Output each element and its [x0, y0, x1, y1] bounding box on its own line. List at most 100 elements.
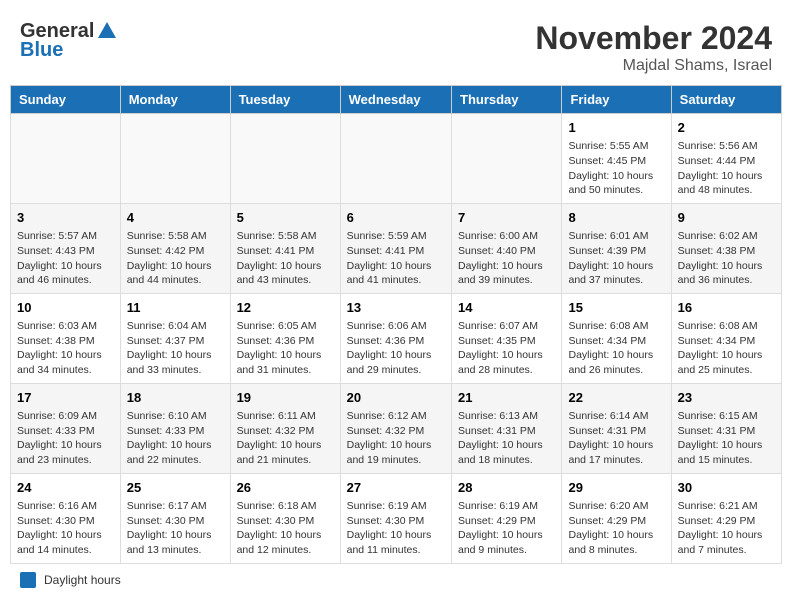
- day-number: 8: [568, 209, 664, 227]
- calendar-cell: 18 Sunrise: 6:10 AM Sunset: 4:33 PM Dayli…: [120, 383, 230, 473]
- calendar-cell: 30 Sunrise: 6:21 AM Sunset: 4:29 PM Dayli…: [671, 473, 781, 563]
- calendar-cell: 29Sunrise: 6:20 AM Sunset: 4:29 PM Dayli…: [562, 473, 671, 563]
- calendar-cell: 9 Sunrise: 6:02 AM Sunset: 4:38 PM Daylig…: [671, 203, 781, 293]
- day-number: 2: [678, 119, 775, 137]
- day-number: 1: [568, 119, 664, 137]
- weekday-header-saturday: Saturday: [671, 86, 781, 114]
- day-info: Sunrise: 6:05 AM Sunset: 4:36 PM Dayligh…: [237, 319, 334, 378]
- legend-label: Daylight hours: [44, 573, 121, 587]
- day-number: 24: [17, 479, 114, 497]
- day-info: Sunrise: 6:00 AM Sunset: 4:40 PM Dayligh…: [458, 229, 555, 288]
- title-area: November 2024 Majdal Shams, Israel: [535, 20, 772, 75]
- day-info: Sunrise: 6:11 AM Sunset: 4:32 PM Dayligh…: [237, 409, 334, 468]
- day-number: 3: [17, 209, 114, 227]
- day-info: Sunrise: 6:15 AM Sunset: 4:31 PM Dayligh…: [678, 409, 775, 468]
- day-info: Sunrise: 6:18 AM Sunset: 4:30 PM Dayligh…: [237, 499, 334, 558]
- day-number: 15: [568, 299, 664, 317]
- logo-blue: Blue: [20, 39, 63, 62]
- calendar-week-1: 3 Sunrise: 5:57 AM Sunset: 4:43 PM Daylig…: [11, 203, 782, 293]
- day-info: Sunrise: 6:20 AM Sunset: 4:29 PM Dayligh…: [568, 499, 664, 558]
- day-info: Sunrise: 6:12 AM Sunset: 4:32 PM Dayligh…: [347, 409, 445, 468]
- calendar-cell: 25Sunrise: 6:17 AM Sunset: 4:30 PM Dayli…: [120, 473, 230, 563]
- day-number: 22: [568, 389, 664, 407]
- calendar-week-2: 10 Sunrise: 6:03 AM Sunset: 4:38 PM Dayli…: [11, 293, 782, 383]
- day-info: Sunrise: 5:57 AM Sunset: 4:43 PM Dayligh…: [17, 229, 114, 288]
- day-number: 9: [678, 209, 775, 227]
- calendar-cell: 13 Sunrise: 6:06 AM Sunset: 4:36 PM Dayli…: [340, 293, 451, 383]
- day-number: 21: [458, 389, 555, 407]
- weekday-header-thursday: Thursday: [452, 86, 562, 114]
- day-info: Sunrise: 5:58 AM Sunset: 4:42 PM Dayligh…: [127, 229, 224, 288]
- calendar-cell: [340, 114, 451, 204]
- day-info: Sunrise: 6:10 AM Sunset: 4:33 PM Dayligh…: [127, 409, 224, 468]
- day-number: 18: [127, 389, 224, 407]
- calendar-cell: [452, 114, 562, 204]
- day-info: Sunrise: 6:14 AM Sunset: 4:31 PM Dayligh…: [568, 409, 664, 468]
- day-info: Sunrise: 6:07 AM Sunset: 4:35 PM Dayligh…: [458, 319, 555, 378]
- day-info: Sunrise: 6:13 AM Sunset: 4:31 PM Dayligh…: [458, 409, 555, 468]
- day-info: Sunrise: 6:19 AM Sunset: 4:29 PM Dayligh…: [458, 499, 555, 558]
- day-number: 26: [237, 479, 334, 497]
- day-info: Sunrise: 6:08 AM Sunset: 4:34 PM Dayligh…: [678, 319, 775, 378]
- calendar-cell: 17 Sunrise: 6:09 AM Sunset: 4:33 PM Dayli…: [11, 383, 121, 473]
- calendar-cell: 3 Sunrise: 5:57 AM Sunset: 4:43 PM Daylig…: [11, 203, 121, 293]
- day-number: 23: [678, 389, 775, 407]
- weekday-header-monday: Monday: [120, 86, 230, 114]
- day-info: Sunrise: 6:19 AM Sunset: 4:30 PM Dayligh…: [347, 499, 445, 558]
- day-info: Sunrise: 5:58 AM Sunset: 4:41 PM Dayligh…: [237, 229, 334, 288]
- day-info: Sunrise: 6:08 AM Sunset: 4:34 PM Dayligh…: [568, 319, 664, 378]
- day-number: 14: [458, 299, 555, 317]
- logo-icon: [96, 20, 118, 42]
- day-info: Sunrise: 6:04 AM Sunset: 4:37 PM Dayligh…: [127, 319, 224, 378]
- calendar-cell: 28 Sunrise: 6:19 AM Sunset: 4:29 PM Dayli…: [452, 473, 562, 563]
- weekday-header-friday: Friday: [562, 86, 671, 114]
- day-number: 5: [237, 209, 334, 227]
- calendar-cell: 16 Sunrise: 6:08 AM Sunset: 4:34 PM Dayli…: [671, 293, 781, 383]
- calendar-cell: 8Sunrise: 6:01 AM Sunset: 4:39 PM Daylig…: [562, 203, 671, 293]
- calendar-cell: 23 Sunrise: 6:15 AM Sunset: 4:31 PM Dayli…: [671, 383, 781, 473]
- calendar-cell: 24Sunrise: 6:16 AM Sunset: 4:30 PM Dayli…: [11, 473, 121, 563]
- calendar-cell: 19 Sunrise: 6:11 AM Sunset: 4:32 PM Dayli…: [230, 383, 340, 473]
- day-number: 30: [678, 479, 775, 497]
- day-number: 28: [458, 479, 555, 497]
- calendar-week-0: 1 Sunrise: 5:55 AM Sunset: 4:45 PM Daylig…: [11, 114, 782, 204]
- calendar-cell: 14 Sunrise: 6:07 AM Sunset: 4:35 PM Dayli…: [452, 293, 562, 383]
- calendar-cell: 1 Sunrise: 5:55 AM Sunset: 4:45 PM Daylig…: [562, 114, 671, 204]
- calendar-cell: 12 Sunrise: 6:05 AM Sunset: 4:36 PM Dayli…: [230, 293, 340, 383]
- day-info: Sunrise: 6:02 AM Sunset: 4:38 PM Dayligh…: [678, 229, 775, 288]
- calendar-cell: 5 Sunrise: 5:58 AM Sunset: 4:41 PM Daylig…: [230, 203, 340, 293]
- location-title: Majdal Shams, Israel: [535, 57, 772, 75]
- day-info: Sunrise: 6:06 AM Sunset: 4:36 PM Dayligh…: [347, 319, 445, 378]
- day-number: 4: [127, 209, 224, 227]
- calendar-header-row: SundayMondayTuesdayWednesdayThursdayFrid…: [11, 86, 782, 114]
- day-number: 12: [237, 299, 334, 317]
- day-info: Sunrise: 6:21 AM Sunset: 4:29 PM Dayligh…: [678, 499, 775, 558]
- day-info: Sunrise: 5:56 AM Sunset: 4:44 PM Dayligh…: [678, 139, 775, 198]
- day-info: Sunrise: 5:55 AM Sunset: 4:45 PM Dayligh…: [568, 139, 664, 198]
- calendar-cell: 27 Sunrise: 6:19 AM Sunset: 4:30 PM Dayli…: [340, 473, 451, 563]
- day-info: Sunrise: 6:03 AM Sunset: 4:38 PM Dayligh…: [17, 319, 114, 378]
- calendar-cell: 6Sunrise: 5:59 AM Sunset: 4:41 PM Daylig…: [340, 203, 451, 293]
- day-number: 27: [347, 479, 445, 497]
- logo: General Blue: [20, 20, 118, 62]
- header: General Blue November 2024 Majdal Shams,…: [10, 10, 782, 80]
- day-number: 17: [17, 389, 114, 407]
- day-info: Sunrise: 6:09 AM Sunset: 4:33 PM Dayligh…: [17, 409, 114, 468]
- calendar-week-4: 24Sunrise: 6:16 AM Sunset: 4:30 PM Dayli…: [11, 473, 782, 563]
- day-number: 13: [347, 299, 445, 317]
- calendar-cell: [120, 114, 230, 204]
- day-number: 10: [17, 299, 114, 317]
- calendar-cell: 20 Sunrise: 6:12 AM Sunset: 4:32 PM Dayli…: [340, 383, 451, 473]
- day-number: 16: [678, 299, 775, 317]
- day-number: 7: [458, 209, 555, 227]
- day-info: Sunrise: 5:59 AM Sunset: 4:41 PM Dayligh…: [347, 229, 445, 288]
- day-number: 20: [347, 389, 445, 407]
- calendar-cell: 15 Sunrise: 6:08 AM Sunset: 4:34 PM Dayli…: [562, 293, 671, 383]
- calendar-cell: [230, 114, 340, 204]
- day-number: 19: [237, 389, 334, 407]
- weekday-header-sunday: Sunday: [11, 86, 121, 114]
- calendar: SundayMondayTuesdayWednesdayThursdayFrid…: [10, 85, 782, 564]
- calendar-cell: [11, 114, 121, 204]
- legend-color: [20, 572, 36, 588]
- weekday-header-wednesday: Wednesday: [340, 86, 451, 114]
